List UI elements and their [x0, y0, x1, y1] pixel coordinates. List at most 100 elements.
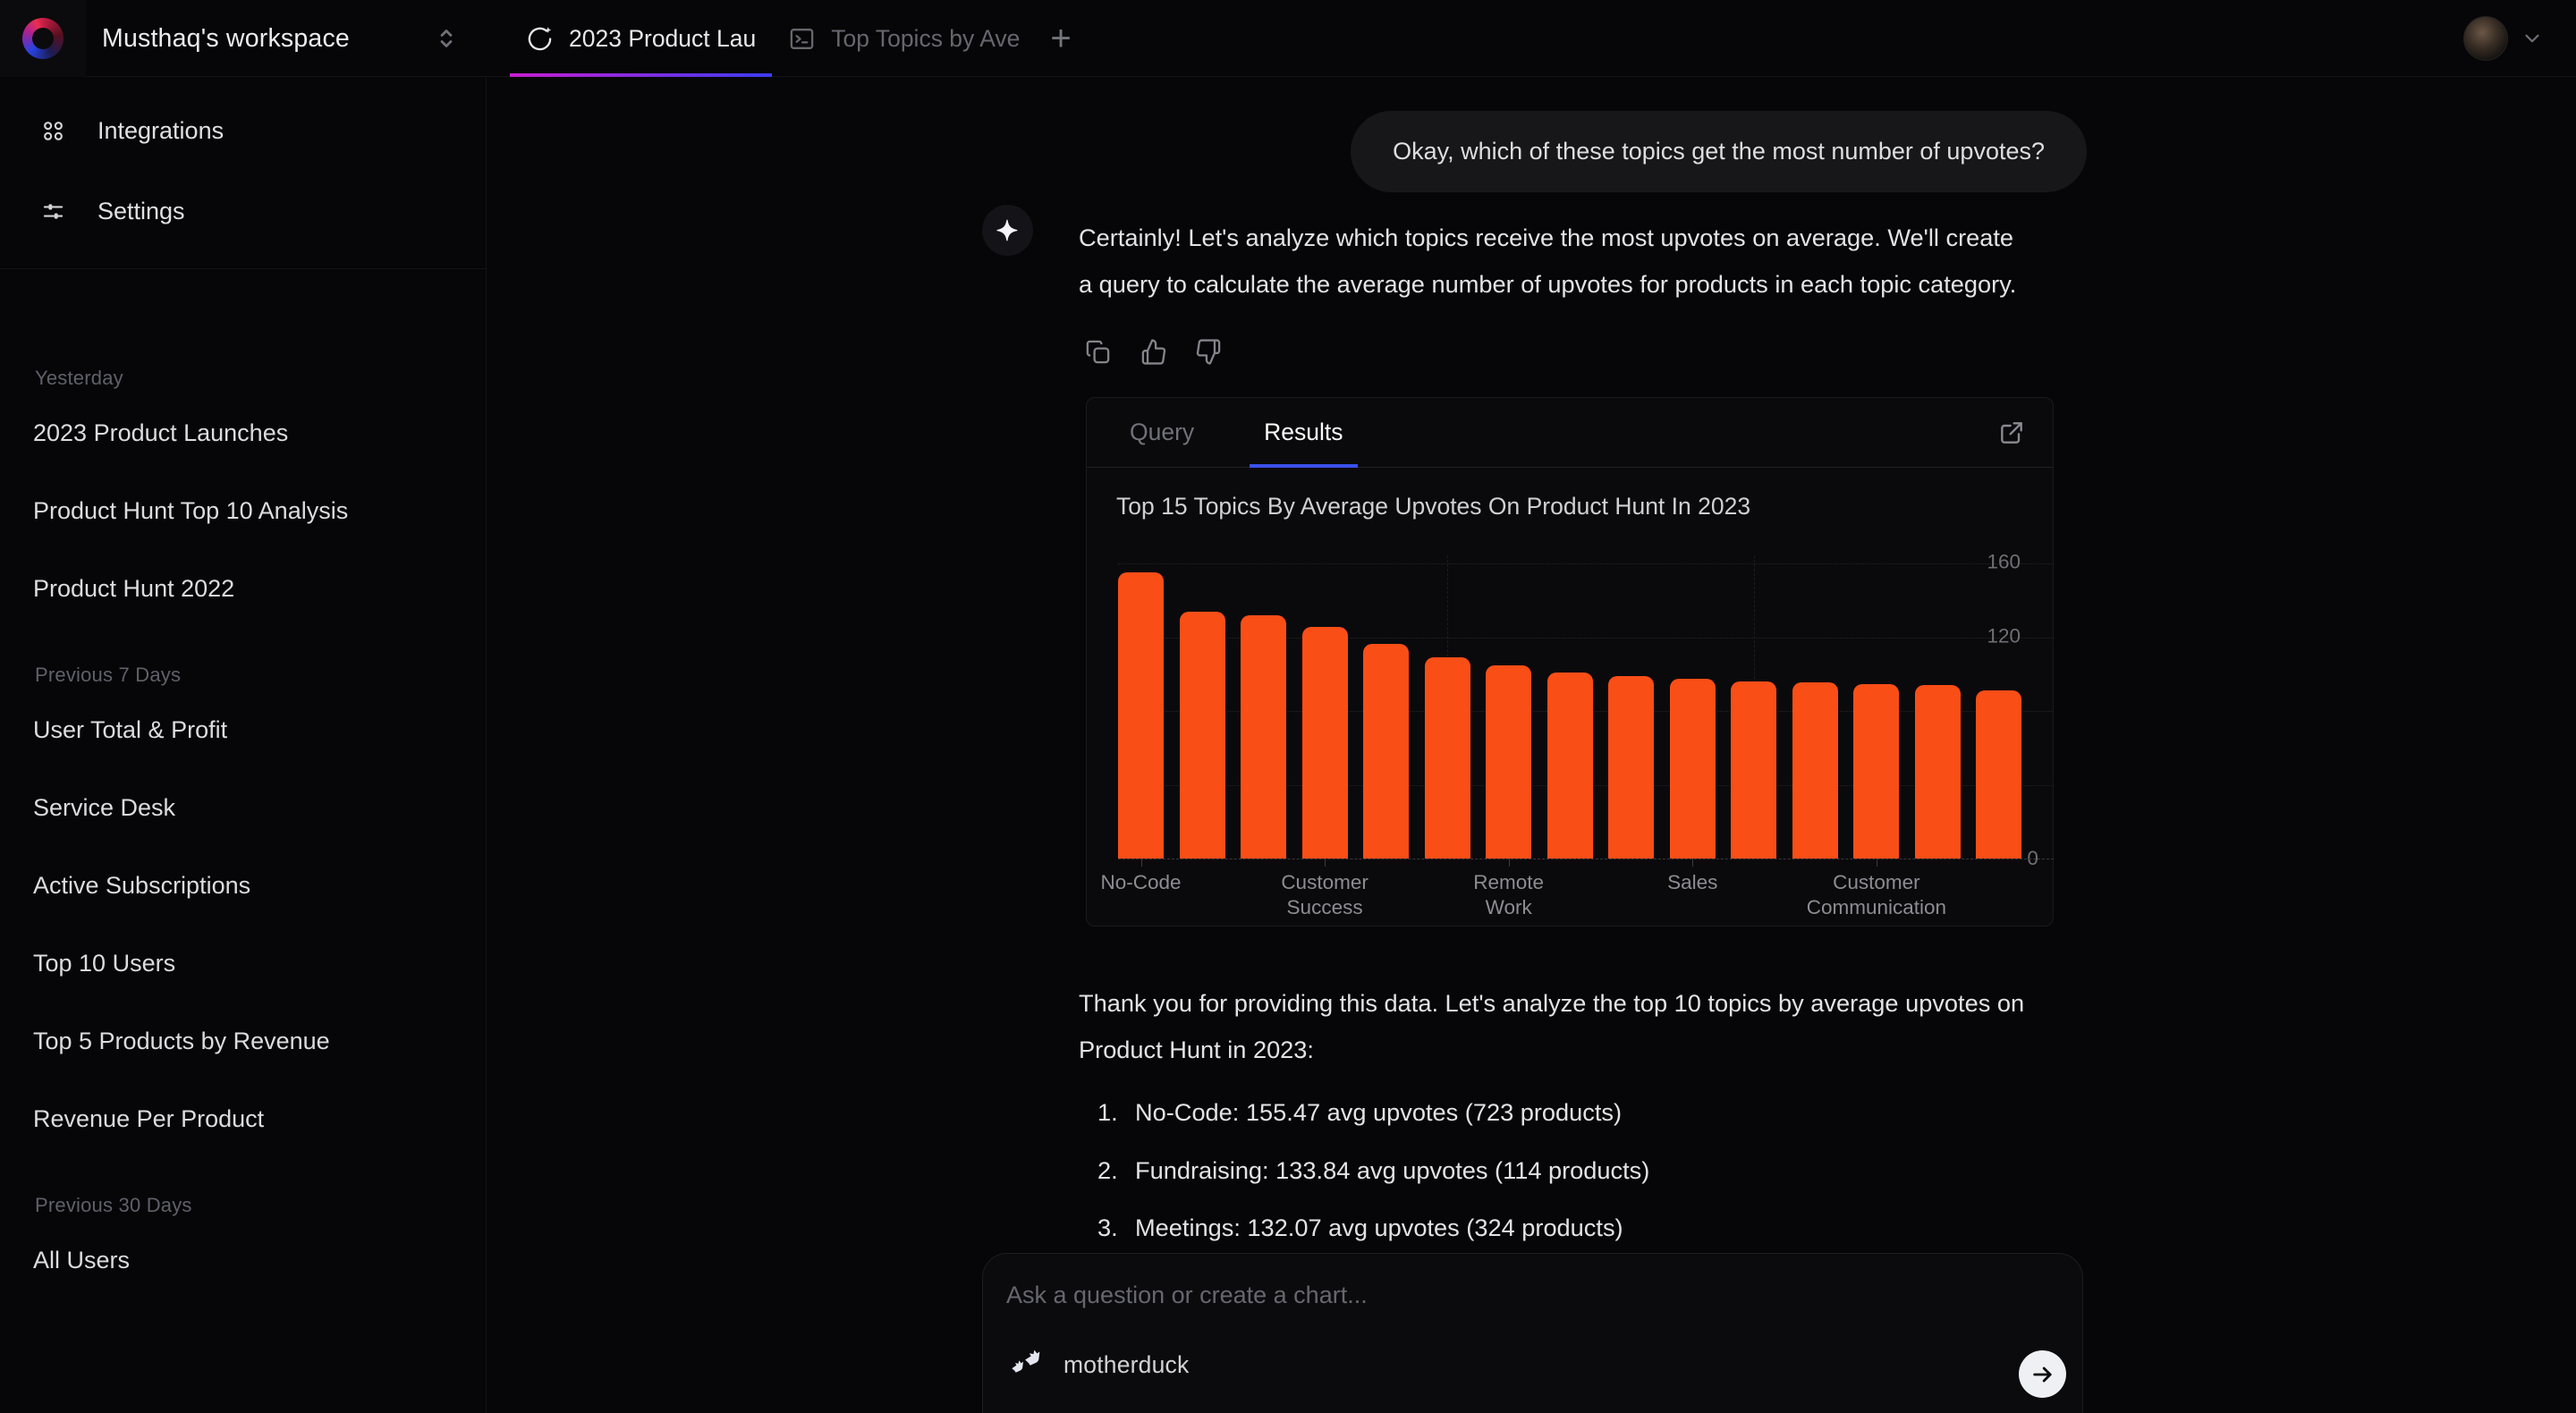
x-axis-tick-label: Customer Communication: [1806, 871, 1947, 918]
bar[interactable]: [1241, 614, 1287, 859]
list-marker: 2.: [1097, 1155, 1118, 1184]
sidebar-history-item[interactable]: User Total & Profit: [0, 691, 486, 769]
list-item: 2. Fundraising: 133.84 avg upvotes (114 p…: [1097, 1142, 1649, 1200]
motherduck-brand: motherduck: [1012, 1350, 1189, 1380]
sidebar-history-item[interactable]: Service Desk: [0, 769, 486, 847]
sidebar-item-label: Settings: [97, 197, 185, 224]
assistant-avatar: [982, 205, 1033, 256]
x-axis-tick-label: Remote Work: [1473, 871, 1545, 918]
sidebar-item-label: Integrations: [97, 116, 225, 144]
arrow-right-icon: [2032, 1366, 2052, 1382]
sliders-icon: [43, 203, 64, 219]
bar[interactable]: [1914, 685, 1961, 859]
bar[interactable]: [1792, 682, 1838, 859]
assistant-analysis-text: Thank you for providing this data. Let's…: [1079, 989, 2025, 1063]
workspace-selector-chevrons-icon[interactable]: [431, 23, 462, 54]
refresh-sparkle-icon: [528, 26, 552, 50]
sidebar-history-item[interactable]: Top 5 Products by Revenue: [0, 1003, 486, 1080]
terminal-icon: [790, 28, 814, 49]
duck-feet-icon: [1012, 1350, 1040, 1373]
message-actions: [1084, 338, 1223, 366]
thumbs-down-icon[interactable]: [1195, 338, 1223, 366]
bar[interactable]: [1976, 690, 2022, 859]
sidebar-history-item[interactable]: All Users: [0, 1222, 486, 1299]
list-text: Fundraising: 133.84 avg upvotes (114 pro…: [1135, 1155, 1650, 1184]
brand-ring-icon: [22, 18, 64, 59]
sidebar: Integrations Settings Yesterday 2023 Prod…: [0, 78, 487, 1413]
thumbs-up-icon[interactable]: [1140, 338, 1167, 366]
list-marker: 3.: [1097, 1214, 1118, 1242]
top-bar: Musthaq's workspace 2023 Product Lau Top…: [0, 0, 2576, 77]
x-axis-tick: [1508, 859, 1510, 867]
x-axis-tick: [1325, 859, 1326, 867]
grid-circles-icon: [44, 121, 63, 140]
x-axis-tick: [1692, 859, 1694, 867]
tab-results[interactable]: Results: [1250, 398, 1358, 468]
x-axis-tick-label: Customer Success: [1281, 871, 1368, 918]
user-avatar[interactable]: [2463, 16, 2508, 61]
open-external-icon[interactable]: [1997, 419, 2026, 447]
list-text: No-Code: 155.47 avg upvotes (723 product…: [1135, 1098, 1623, 1127]
bar[interactable]: [1608, 676, 1655, 859]
sidebar-section-header: Yesterday: [35, 367, 123, 389]
tab-query[interactable]: Query: [1115, 398, 1208, 467]
brand-name: motherduck: [1063, 1350, 1190, 1378]
x-axis-tick-label: No-Code: [1100, 871, 1182, 893]
composer-card: Ask a question or create a chart...: [982, 1253, 2083, 1413]
copy-icon[interactable]: [1084, 338, 1112, 366]
sidebar-section-previous-7-days: Previous 7 Days User Total & Profit Servic…: [0, 659, 486, 1158]
results-panel: Query Results Top 15 Topics By Average U…: [1086, 397, 2054, 926]
sidebar-item-settings[interactable]: Settings: [0, 171, 486, 251]
list-item: 3. Meetings: 132.07 avg upvotes (324 prod…: [1097, 1199, 1649, 1257]
chart-title: Top 15 Topics By Average Upvotes On Prod…: [1116, 493, 1751, 520]
bar[interactable]: [1118, 571, 1164, 859]
list-marker: 1.: [1097, 1098, 1118, 1127]
bar[interactable]: [1546, 672, 1593, 859]
sidebar-history-item[interactable]: 2023 Product Launches: [0, 394, 486, 472]
bar[interactable]: [1179, 612, 1225, 859]
sidebar-history-item[interactable]: Active Subscriptions: [0, 847, 486, 925]
tab-label: Top Topics by Ave: [831, 24, 1021, 52]
topics-ordered-list: 1. No-Code: 155.47 avg upvotes (723 produ…: [1097, 1084, 1649, 1257]
sidebar-item-integrations[interactable]: Integrations: [0, 90, 486, 171]
sidebar-section-header: Previous 30 Days: [35, 1194, 192, 1216]
y-axis-tick-label: 160: [1987, 551, 2021, 574]
bar[interactable]: [1486, 664, 1532, 859]
y-axis-tick-label: 120: [1987, 624, 2021, 647]
account-area: [2463, 0, 2544, 77]
bar[interactable]: [1424, 657, 1470, 859]
bar[interactable]: [1731, 681, 1777, 859]
tab-2023-product-launches[interactable]: 2023 Product Lau: [510, 0, 773, 77]
assistant-message-text: Certainly! Let's analyze which topics re…: [1079, 224, 2017, 298]
tab-label: 2023 Product Lau: [569, 24, 757, 52]
chat-input[interactable]: Ask a question or create a chart...: [1006, 1282, 1975, 1309]
sidebar-history-item[interactable]: Top 10 Users: [0, 925, 486, 1003]
chevron-down-icon[interactable]: [2521, 27, 2544, 50]
bar[interactable]: [1301, 627, 1348, 859]
sidebar-history-item[interactable]: Product Hunt Top 10 Analysis: [0, 472, 486, 550]
sidebar-section-yesterday: Yesterday 2023 Product Launches Product Hu…: [0, 362, 486, 628]
tab-top-topics[interactable]: Top Topics by Ave: [772, 0, 1036, 77]
sidebar-divider: [0, 268, 486, 269]
sidebar-section-previous-30-days: Previous 30 Days All Users: [0, 1189, 486, 1299]
sidebar-history-item[interactable]: Revenue Per Product: [0, 1080, 486, 1158]
app-root: Musthaq's workspace 2023 Product Lau Top…: [0, 0, 2576, 1413]
x-axis-tick: [1140, 859, 1142, 867]
chart-plot: 16012080400No-CodeCustomer SuccessRemote…: [1100, 551, 2054, 918]
list-item: 1. No-Code: 155.47 avg upvotes (723 produ…: [1097, 1084, 1649, 1142]
workspace-name[interactable]: Musthaq's workspace: [102, 0, 350, 77]
sparkle-icon: [996, 219, 1018, 241]
send-button[interactable]: [2019, 1350, 2066, 1398]
app-logo[interactable]: [0, 0, 86, 77]
list-text: Meetings: 132.07 avg upvotes (324 produc…: [1135, 1214, 1623, 1242]
new-tab-button[interactable]: +: [1036, 0, 1085, 77]
bar[interactable]: [1669, 679, 1716, 859]
user-message-bubble: Okay, which of these topics get the most…: [1351, 111, 2087, 192]
chart-gridline: [1118, 563, 2054, 565]
tab-strip: 2023 Product Lau Top Topics by Ave +: [510, 0, 1086, 77]
bar[interactable]: [1363, 644, 1410, 859]
x-axis-tick-label: Sales: [1667, 871, 1718, 893]
bar[interactable]: [1853, 684, 1900, 859]
sidebar-section-header: Previous 7 Days: [35, 664, 182, 686]
sidebar-history-item[interactable]: Product Hunt 2022: [0, 550, 486, 628]
